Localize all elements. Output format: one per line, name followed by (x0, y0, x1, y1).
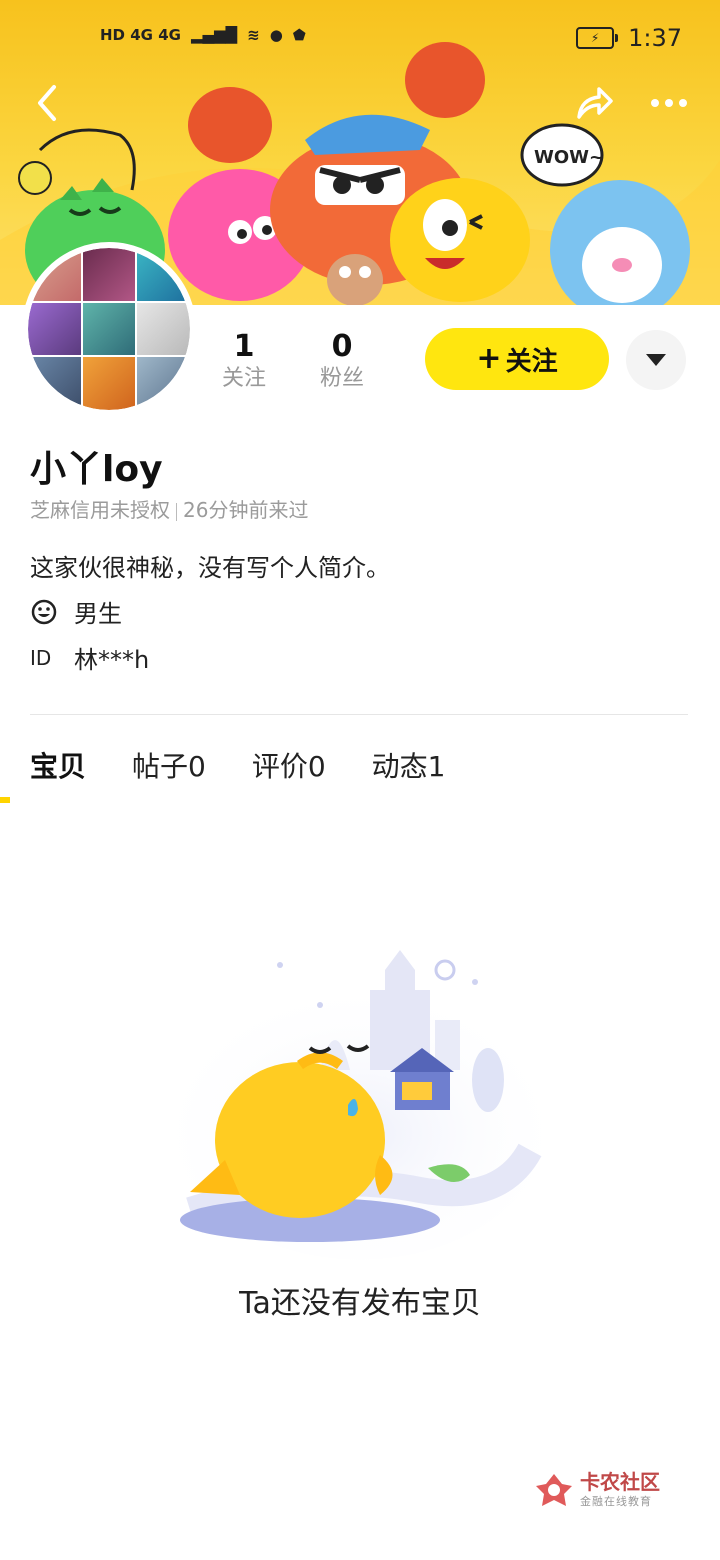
gender-row: 男生 (30, 594, 122, 629)
share-icon (577, 87, 613, 119)
more-icon (651, 99, 687, 107)
watermark-subtitle: 金融在线教育 (580, 1495, 652, 1508)
tab-items[interactable]: 宝贝 (30, 745, 86, 785)
avatar[interactable] (22, 242, 196, 416)
tab-active-indicator (0, 797, 10, 803)
following-label: 关注 (221, 366, 266, 391)
tab-reviews[interactable]: 评价0 (252, 745, 326, 785)
following-stat[interactable]: 1 关注 (205, 330, 283, 394)
caret-down-icon (646, 354, 666, 366)
credit-status[interactable]: 芝麻信用未授权 (30, 498, 170, 522)
user-meta: 芝麻信用未授权 26分钟前来过 (30, 494, 308, 523)
meta-separator (176, 502, 177, 521)
status-right: ⚡ 1:37 (576, 24, 682, 52)
empty-state-message: Ta还没有发布宝贝 (239, 1286, 481, 1321)
signal-icon: ▂▄▆█ (190, 26, 238, 44)
share-button[interactable] (568, 78, 618, 128)
section-divider (30, 714, 688, 715)
profile-tabs: 宝贝 帖子0 评价0 动态1 (30, 745, 492, 785)
last-seen: 26分钟前来过 (183, 498, 309, 522)
id-label: ID (30, 645, 52, 670)
followers-stat[interactable]: 0 粉丝 (303, 330, 381, 394)
tab-posts[interactable]: 帖子0 (132, 745, 206, 785)
shield-icon: ⬟ (292, 26, 306, 44)
tab-activity[interactable]: 动态1 (372, 745, 446, 785)
empty-state-illustration (170, 950, 550, 1260)
watermark-title: 卡农社区 (580, 1470, 660, 1494)
back-button[interactable] (22, 78, 72, 128)
clock-time: 1:37 (628, 24, 682, 52)
battery-icon: ⚡ (576, 27, 619, 49)
id-row: ID 林***h (30, 640, 149, 675)
smiley-icon (31, 599, 57, 624)
status-bar: HD 4G 4G ▂▄▆█ ≋ ● ⬟ ⚡ 1:37 (0, 22, 720, 62)
top-navigation (0, 78, 720, 128)
avatar-photo-grid (28, 248, 190, 410)
network-label: HD 4G 4G (100, 26, 181, 44)
user-bio: 这家伙很神秘，没有写个人简介。 (30, 554, 390, 582)
status-left: HD 4G 4G ▂▄▆█ ≋ ● ⬟ (100, 26, 306, 44)
plus-icon: + (476, 341, 502, 376)
watermark-logo-icon (536, 1474, 572, 1506)
more-button[interactable] (644, 78, 694, 128)
id-value: 林***h (74, 646, 150, 674)
followers-count: 0 (331, 329, 353, 364)
back-arrow-icon (38, 85, 56, 121)
wechat-icon: ● (269, 26, 283, 44)
wifi-icon: ≋ (247, 26, 260, 44)
gender-text: 男生 (74, 600, 122, 628)
follow-button[interactable]: + 关注 (425, 328, 609, 390)
following-count: 1 (233, 329, 255, 364)
followers-label: 粉丝 (319, 366, 364, 391)
speech-bubble-text: WOW~ (534, 147, 604, 168)
follow-button-label: 关注 (505, 346, 558, 377)
watermark: 卡农社区 金融在线教育 (534, 1470, 660, 1510)
watermark-text: 卡农社区 金融在线教育 (580, 1471, 660, 1509)
user-name: 小丫loy (30, 449, 163, 490)
dropdown-button[interactable] (626, 330, 686, 390)
